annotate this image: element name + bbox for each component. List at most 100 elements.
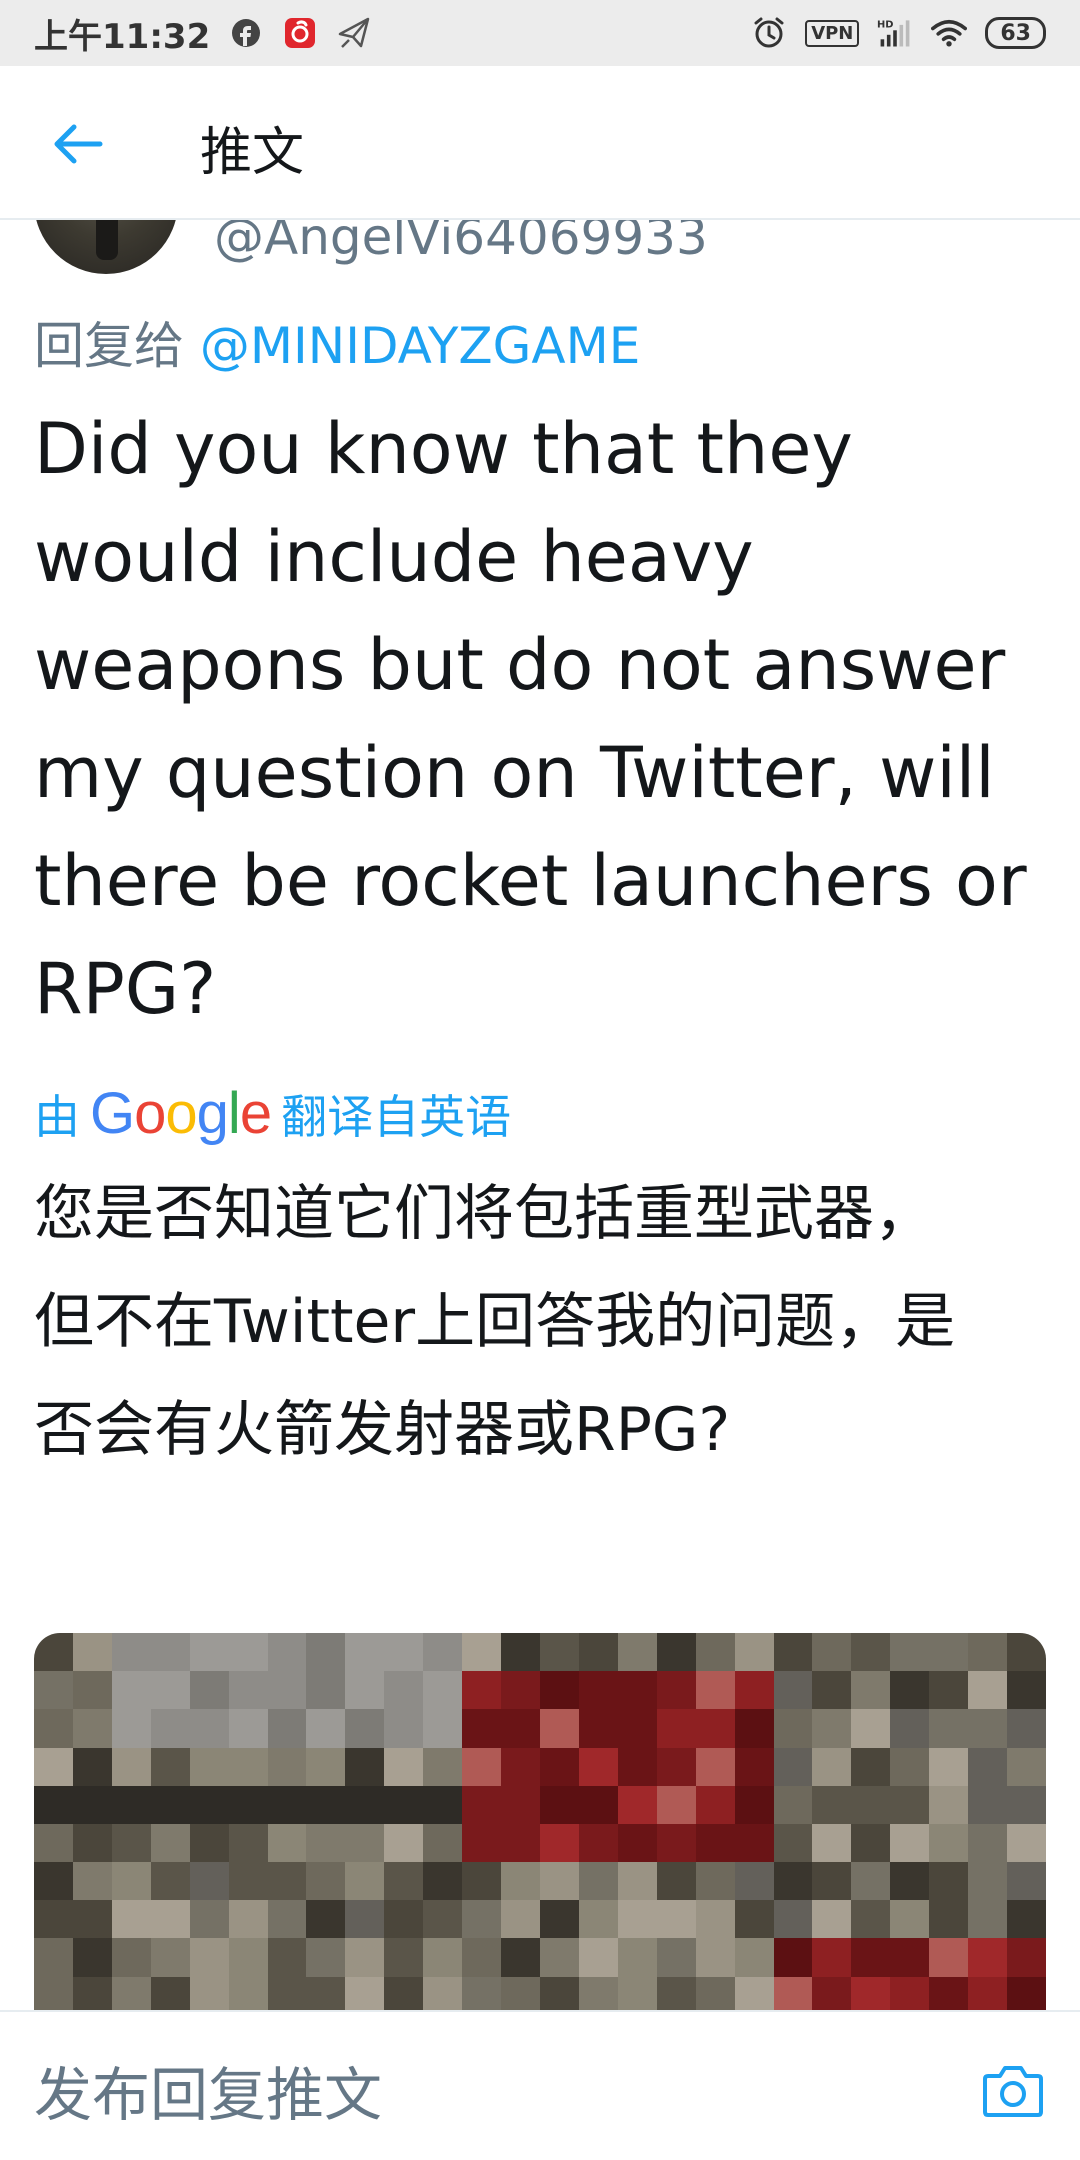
media-pixel (929, 1671, 969, 1710)
back-button[interactable] (50, 116, 106, 172)
media-pixel (72, 1862, 112, 1901)
media-pixel (812, 1785, 852, 1824)
media-pixel (34, 1938, 73, 1977)
media-pixel (539, 1862, 579, 1901)
media-pixel (656, 1823, 696, 1863)
media-pixel (1007, 1671, 1046, 1710)
media-pixel (773, 1747, 813, 1786)
media-pixel (306, 1785, 346, 1824)
media-pixel (189, 1785, 229, 1824)
media-pixel (851, 1900, 891, 1939)
media-pixel (929, 1709, 969, 1748)
media-pixel (539, 1671, 579, 1710)
media-pixel (189, 1633, 229, 1672)
media-pixel (929, 1938, 969, 1977)
status-bar-left: 上午11:32 (34, 9, 372, 58)
media-pixel (384, 1747, 424, 1786)
media-pixel (72, 1976, 112, 2010)
svg-text:HD: HD (877, 20, 893, 31)
media-pixel (656, 1976, 696, 2010)
media-pixel (423, 1709, 463, 1748)
media-pixel (189, 1671, 229, 1710)
media-pixel (462, 1823, 502, 1863)
media-pixel (578, 1671, 618, 1710)
media-pixel (812, 1862, 852, 1901)
camera-button[interactable] (982, 2062, 1044, 2118)
media-pixel (228, 1785, 268, 1824)
media-pixel (345, 1900, 385, 1939)
translated-by[interactable]: 由 Google 翻译自英语 (34, 1080, 511, 1147)
media-pixel (890, 1823, 930, 1863)
media-pixel (111, 1785, 151, 1824)
media-pixel (189, 1976, 229, 2010)
replying-to-mention[interactable]: @MINIDAYZGAME (200, 317, 640, 375)
media-pixel (812, 1823, 852, 1863)
media-pixel (539, 1938, 579, 1977)
camera-icon (983, 2066, 1043, 2117)
user-handle[interactable]: @AngelVi64069933 (214, 220, 708, 266)
media-pixel (851, 1823, 891, 1863)
media-pixel (734, 1747, 774, 1786)
media-pixel (734, 1976, 774, 2010)
reply-bar: 发布回复推文 (0, 2010, 1080, 2160)
media-pixel (384, 1900, 424, 1939)
media-pixel (423, 1747, 463, 1786)
reply-input[interactable]: 发布回复推文 (34, 2048, 382, 2132)
media-pixel (851, 1938, 891, 1977)
facebook-icon (228, 15, 264, 51)
media-pixel (695, 1633, 735, 1672)
media-pixel (734, 1900, 774, 1939)
media-pixel (734, 1785, 774, 1824)
media-pixel (111, 1709, 151, 1748)
media-pixel (34, 1709, 73, 1748)
media-pixel (968, 1709, 1008, 1748)
media-pixel (929, 1900, 969, 1939)
netease-music-icon (282, 15, 318, 51)
media-pixel (306, 1671, 346, 1710)
app-header: 推文 (0, 66, 1080, 220)
media-pixel (267, 1747, 307, 1786)
media-pixel (423, 1900, 463, 1939)
media-pixel (72, 1747, 112, 1786)
media-pixel (890, 1900, 930, 1939)
media-pixel (306, 1709, 346, 1748)
media-pixel (968, 1671, 1008, 1710)
media-pixel (656, 1900, 696, 1939)
media-pixel (150, 1747, 190, 1786)
media-pixel (345, 1633, 385, 1672)
media-pixel (578, 1747, 618, 1786)
media-pixel (345, 1709, 385, 1748)
media-pixel (189, 1938, 229, 1977)
media-pixel (968, 1900, 1008, 1939)
media-pixel (539, 1633, 579, 1672)
media-pixel (812, 1747, 852, 1786)
media-pixel (890, 1709, 930, 1748)
media-pixel (968, 1976, 1008, 2010)
tweet-media-image[interactable] (34, 1633, 1046, 2010)
media-pixel (695, 1976, 735, 2010)
media-pixel (267, 1900, 307, 1939)
media-pixel (773, 1633, 813, 1672)
media-pixel (150, 1823, 190, 1863)
media-pixel (34, 1900, 73, 1939)
replying-prefix: 回复给 (34, 317, 184, 375)
media-pixel (501, 1671, 540, 1710)
avatar[interactable] (34, 220, 178, 274)
media-pixel (578, 1709, 618, 1748)
media-pixel (462, 1976, 502, 2010)
media-pixel (734, 1938, 774, 1977)
media-pixel (72, 1900, 112, 1939)
vpn-icon: VPN (805, 19, 860, 47)
media-pixel (150, 1938, 190, 1977)
media-pixel (851, 1709, 891, 1748)
media-pixel (734, 1709, 774, 1748)
media-pixel (111, 1747, 151, 1786)
media-pixel (734, 1633, 774, 1672)
media-pixel (695, 1900, 735, 1939)
media-pixel (578, 1785, 618, 1824)
media-pixel (929, 1823, 969, 1863)
media-pixel (34, 1862, 73, 1901)
media-pixel (501, 1823, 540, 1863)
tweet-text: Did you know that they would include hea… (34, 408, 1027, 1030)
wifi-icon (931, 15, 968, 51)
